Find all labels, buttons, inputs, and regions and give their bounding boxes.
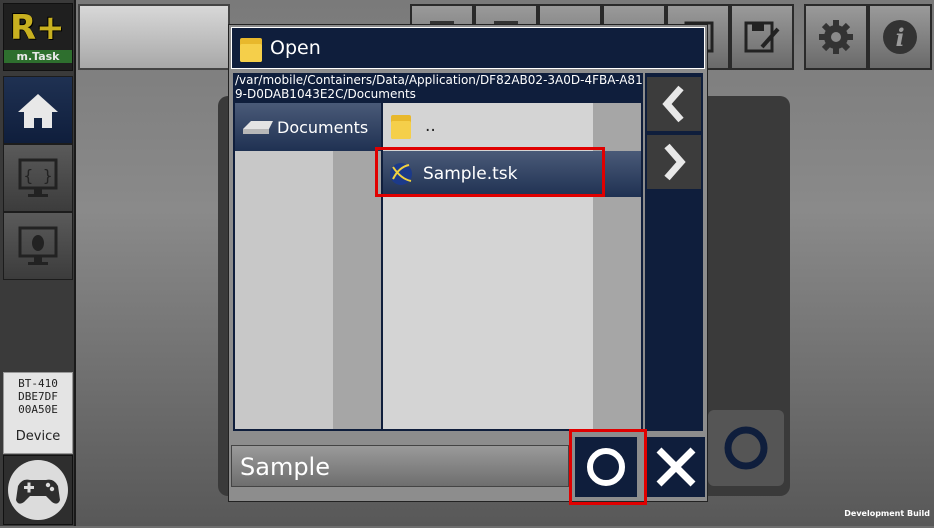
svg-text:i: i [895, 23, 904, 52]
logo-text: R+ [10, 8, 65, 48]
bug-monitor-icon [18, 226, 58, 265]
directory-label: Documents [277, 117, 369, 137]
device-id-line3: 00A50E [18, 403, 58, 416]
sidebar-item-home[interactable] [3, 76, 73, 144]
ok-highlight [569, 429, 647, 505]
title-panel [78, 4, 230, 70]
info-button[interactable]: i [868, 4, 932, 70]
device-id-line2: DBE7DF [18, 390, 58, 403]
cancel-button[interactable] [647, 437, 705, 497]
file-label: .. [425, 116, 436, 136]
info-icon: i [883, 20, 917, 54]
directory-list: Documents [235, 103, 381, 429]
device-info[interactable]: BT-410 DBE7DF 00A50E Device [3, 372, 73, 454]
sidebar-item-code[interactable]: { } [3, 144, 73, 212]
circle-icon [724, 426, 768, 470]
home-icon [18, 94, 58, 128]
nav-back-button[interactable] [647, 77, 701, 131]
build-label: Development Build [844, 509, 930, 518]
chevron-left-icon [662, 85, 684, 123]
folder-icon [391, 115, 411, 139]
svg-text:{ }: { } [24, 166, 53, 185]
save-as-icon [744, 21, 780, 53]
dialog-title-bar: Open [231, 27, 705, 69]
app-logo: R+ m.Task [3, 3, 73, 71]
close-icon [656, 447, 696, 487]
filename-input[interactable]: Sample [231, 445, 569, 487]
gear-icon [819, 20, 853, 54]
device-label: Device [15, 429, 61, 444]
logo-subtitle: m.Task [4, 50, 72, 63]
gamepad-icon [8, 460, 68, 520]
folder-icon [240, 38, 262, 62]
directory-scrollbar[interactable] [333, 103, 381, 429]
current-path: /var/mobile/Containers/Data/Application/… [233, 73, 643, 101]
gamepad-button[interactable] [3, 455, 73, 525]
open-dialog: Open /var/mobile/Containers/Data/Applica… [228, 24, 708, 505]
drive-icon [243, 121, 273, 134]
sidebar: R+ m.Task { } BT-410 DBE7DF 00A50E Devic… [0, 0, 76, 526]
sidebar-item-debug[interactable] [3, 212, 73, 280]
run-button[interactable] [708, 410, 784, 486]
directory-item-documents[interactable]: Documents [235, 103, 381, 151]
save-as-button[interactable] [730, 4, 794, 70]
settings-button[interactable] [804, 4, 868, 70]
list-item-parent[interactable]: .. [383, 103, 641, 149]
navigation-column [645, 73, 703, 431]
device-id-line1: BT-410 [18, 377, 58, 390]
selection-highlight [375, 147, 605, 197]
code-monitor-icon: { } [18, 158, 58, 197]
dialog-title: Open [270, 37, 321, 59]
chevron-right-icon [664, 143, 686, 181]
nav-forward-button[interactable] [647, 135, 701, 189]
